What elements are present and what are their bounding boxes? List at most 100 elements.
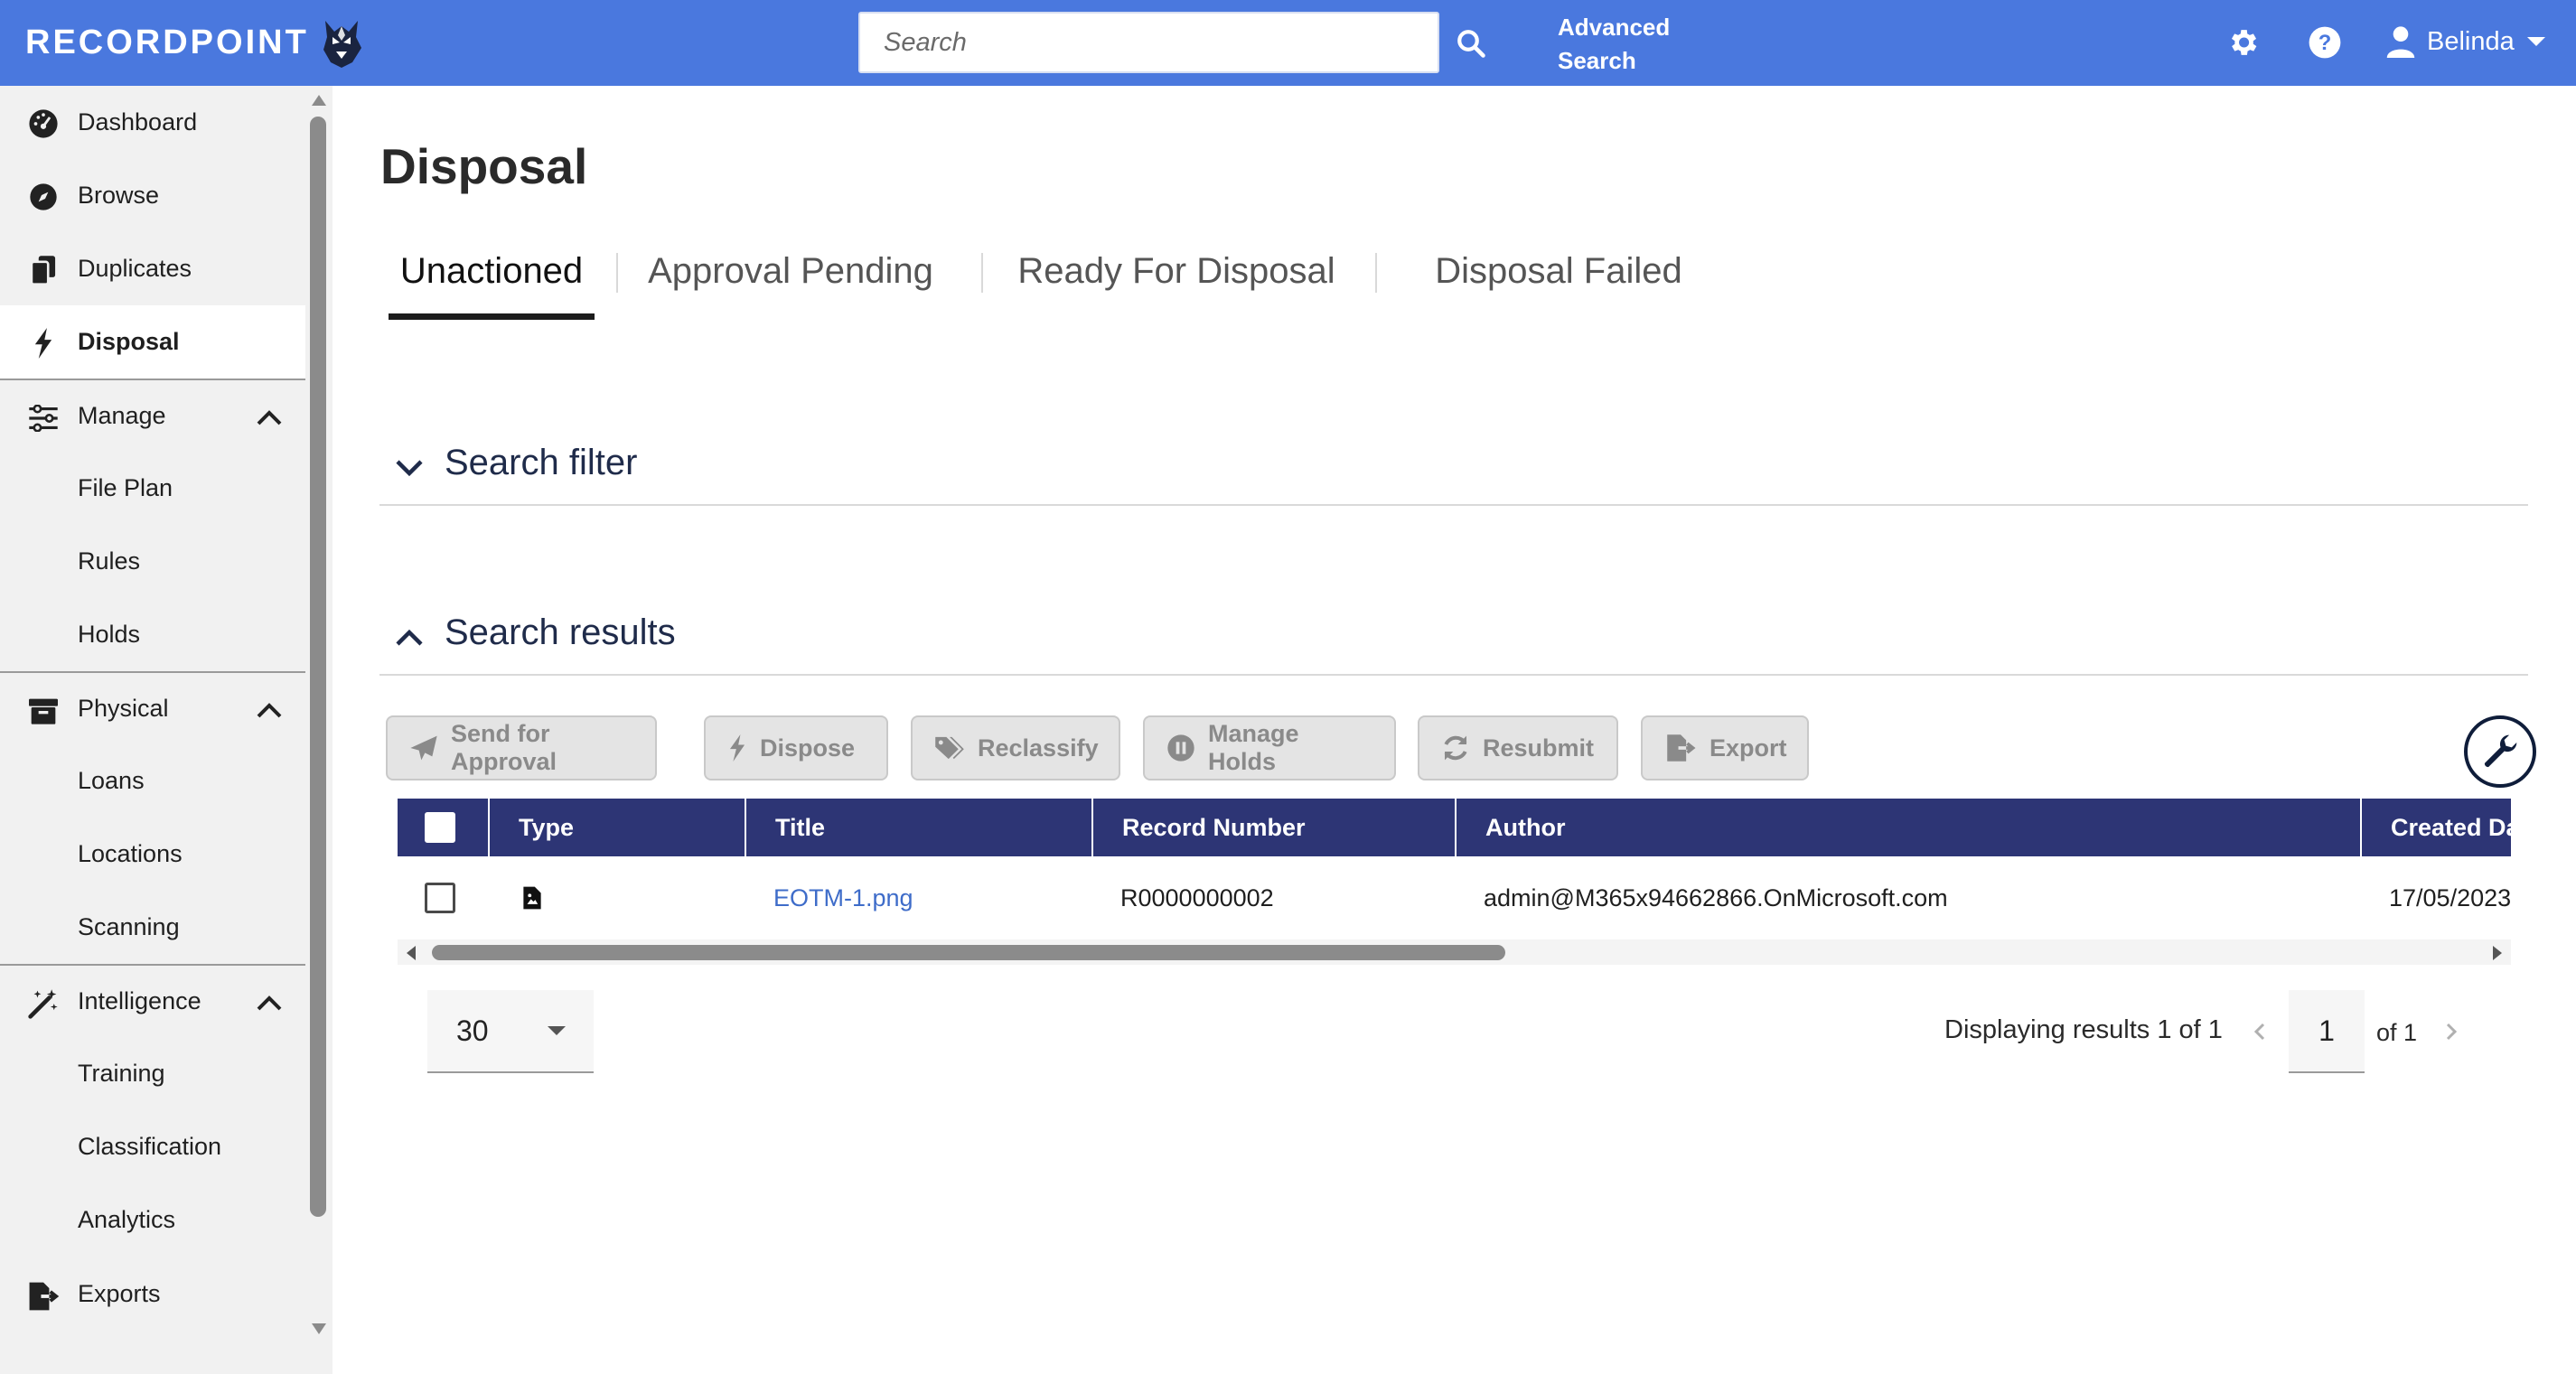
sidebar-item-label: Locations bbox=[78, 840, 183, 867]
column-header-label: Type bbox=[519, 813, 575, 841]
advanced-search-line2: Search bbox=[1558, 47, 1636, 74]
sidebar-item-browse[interactable]: Browse bbox=[0, 159, 305, 232]
page-size-select[interactable]: 30 bbox=[427, 990, 594, 1073]
button-label: Export bbox=[1710, 734, 1787, 762]
column-header-title[interactable]: Title bbox=[745, 799, 1091, 856]
wrench-icon bbox=[2484, 734, 2517, 768]
sidebar-group-physical[interactable]: Physical bbox=[0, 671, 305, 744]
send-for-approval-button[interactable]: Send for Approval bbox=[386, 715, 657, 780]
sidebar-item-label: Scanning bbox=[78, 913, 180, 940]
sidebar-item-file-plan[interactable]: File Plan bbox=[0, 452, 305, 525]
sidebar-item-analytics[interactable]: Analytics bbox=[0, 1183, 305, 1257]
column-header-label: Author bbox=[1485, 813, 1566, 841]
row-checkbox[interactable] bbox=[425, 883, 455, 913]
column-header-created-date[interactable]: Created Da bbox=[2360, 799, 2511, 856]
dashboard-icon bbox=[27, 107, 60, 140]
settings-button[interactable] bbox=[2222, 22, 2263, 63]
scroll-left-arrow[interactable] bbox=[405, 945, 417, 961]
sidebar-item-exports[interactable]: Exports bbox=[0, 1257, 305, 1330]
sidebar-item-rules[interactable]: Rules bbox=[0, 525, 305, 598]
search-input[interactable] bbox=[858, 12, 1439, 73]
sidebar-scrollbar[interactable] bbox=[305, 86, 333, 1374]
manage-holds-button[interactable]: Manage Holds bbox=[1143, 715, 1396, 780]
compass-icon bbox=[27, 181, 60, 213]
sidebar-item-duplicates[interactable]: Duplicates bbox=[0, 232, 305, 305]
tags-icon bbox=[935, 736, 964, 760]
caret-down-icon bbox=[548, 1026, 566, 1035]
sidebar-item-label: Physical bbox=[78, 695, 169, 722]
tab-disposal-failed[interactable]: Disposal Failed bbox=[1400, 242, 1717, 320]
sidebar: Dashboard Browse Duplicates Disposal Man… bbox=[0, 86, 333, 1374]
select-all-checkbox[interactable] bbox=[425, 812, 455, 843]
column-header-type[interactable]: Type bbox=[488, 799, 745, 856]
sidebar-item-label: Rules bbox=[78, 547, 141, 575]
pause-circle-icon bbox=[1167, 734, 1194, 762]
button-label: Send for Approval bbox=[451, 720, 557, 775]
page-title: Disposal bbox=[380, 138, 588, 194]
record-title-link[interactable]: EOTM-1.png bbox=[773, 884, 913, 912]
chevron-up-icon bbox=[396, 629, 423, 646]
scroll-up-arrow[interactable] bbox=[312, 95, 326, 106]
tab-divider bbox=[1375, 253, 1377, 293]
sidebar-item-label: Holds bbox=[78, 621, 141, 648]
sidebar-group-manage[interactable]: Manage bbox=[0, 379, 305, 452]
logo-text: RECORDPOINT bbox=[25, 23, 309, 61]
scroll-down-arrow[interactable] bbox=[312, 1323, 326, 1334]
table-row[interactable]: EOTM-1.png R0000000002 admin@M365x946628… bbox=[398, 856, 2511, 939]
sidebar-item-loans[interactable]: Loans bbox=[0, 744, 305, 818]
sidebar-item-scanning[interactable]: Scanning bbox=[0, 891, 305, 964]
column-header-author[interactable]: Author bbox=[1455, 799, 2360, 856]
resubmit-button[interactable]: Resubmit bbox=[1418, 715, 1618, 780]
sidebar-item-disposal[interactable]: Disposal bbox=[0, 305, 305, 379]
tab-label: Approval Pending bbox=[648, 251, 933, 291]
sidebar-group-intelligence[interactable]: Intelligence bbox=[0, 964, 305, 1037]
search-filter-toggle[interactable]: Search filter bbox=[379, 425, 2528, 506]
tab-ready-for-disposal[interactable]: Ready For Disposal bbox=[1007, 242, 1346, 320]
advanced-search-link[interactable]: Advanced Search bbox=[1558, 11, 1702, 78]
table-header: Type Title Record Number Author Created … bbox=[398, 799, 2511, 856]
refresh-icon bbox=[1444, 735, 1467, 761]
export-button[interactable]: Export bbox=[1641, 715, 1809, 780]
scrollbar-thumb[interactable] bbox=[432, 945, 1505, 960]
sidebar-item-label: Intelligence bbox=[78, 987, 201, 1014]
sidebar-item-holds[interactable]: Holds bbox=[0, 598, 305, 671]
scroll-right-arrow[interactable] bbox=[2491, 945, 2504, 961]
row-select-cell bbox=[398, 856, 488, 939]
table-settings-button[interactable] bbox=[2464, 715, 2536, 788]
archive-box-icon bbox=[27, 695, 60, 727]
sidebar-item-dashboard[interactable]: Dashboard bbox=[0, 86, 305, 159]
author-cell: admin@M365x94662866.OnMicrosoft.com bbox=[1455, 856, 2360, 939]
chevron-up-icon[interactable] bbox=[255, 989, 284, 1016]
column-header-label: Created Da bbox=[2391, 813, 2511, 841]
dispose-button[interactable]: Dispose bbox=[704, 715, 888, 780]
help-button[interactable]: ? bbox=[2304, 22, 2346, 63]
table-horizontal-scrollbar[interactable] bbox=[398, 939, 2511, 965]
current-page-input[interactable] bbox=[2289, 990, 2365, 1073]
image-file-icon bbox=[523, 886, 541, 910]
user-menu[interactable]: Belinda bbox=[2385, 18, 2547, 65]
recordpoint-logo[interactable]: RECORDPOINT bbox=[25, 0, 365, 86]
sidebar-item-training[interactable]: Training bbox=[0, 1037, 305, 1110]
wolf-logo-icon bbox=[323, 20, 361, 68]
chevron-up-icon[interactable] bbox=[255, 404, 284, 431]
column-header-record-number[interactable]: Record Number bbox=[1091, 799, 1455, 856]
sidebar-item-locations[interactable]: Locations bbox=[0, 818, 305, 891]
gear-icon bbox=[2231, 30, 2257, 55]
search-button[interactable] bbox=[1446, 20, 1496, 67]
tab-approval-pending[interactable]: Approval Pending bbox=[642, 242, 940, 320]
next-page-button[interactable] bbox=[2438, 1015, 2465, 1048]
sidebar-item-label: Disposal bbox=[78, 328, 180, 355]
user-icon bbox=[2386, 26, 2415, 58]
tab-unactioned[interactable]: Unactioned bbox=[389, 242, 595, 320]
previous-page-button[interactable] bbox=[2246, 1015, 2273, 1048]
search-results-toggle[interactable]: Search results bbox=[379, 594, 2528, 676]
select-all-cell bbox=[398, 799, 488, 856]
lightning-icon bbox=[27, 327, 60, 360]
record-number: R0000000002 bbox=[1120, 883, 1274, 911]
sidebar-item-classification[interactable]: Classification bbox=[0, 1110, 305, 1183]
sidebar-item-label: Classification bbox=[78, 1133, 222, 1160]
type-cell bbox=[488, 856, 745, 939]
chevron-up-icon[interactable] bbox=[255, 696, 284, 724]
scrollbar-thumb[interactable] bbox=[310, 117, 326, 1217]
reclassify-button[interactable]: Reclassify bbox=[911, 715, 1120, 780]
